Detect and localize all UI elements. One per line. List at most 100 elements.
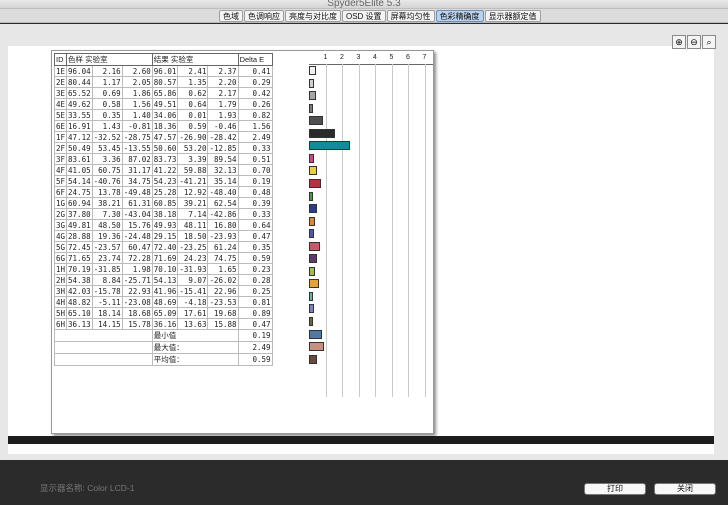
result-value: 47.57 <box>151 131 179 143</box>
zoom-out-icon[interactable]: ⊖ <box>687 35 701 49</box>
result-value: 32.13 <box>207 164 239 176</box>
tab-5[interactable]: 色彩精确度 <box>435 10 484 22</box>
bar-tick-label: 2 <box>340 54 344 61</box>
table-row: 2E 80.44 1.17 2.05 80.57 1.35 2.20 0.29 <box>53 76 273 88</box>
sample-value: 0.35 <box>91 109 123 121</box>
summary-label: 最小值 <box>151 329 239 342</box>
result-value: 15.88 <box>207 318 239 330</box>
result-value: -23.53 <box>207 296 239 308</box>
sample-value: 28.88 <box>66 230 93 242</box>
delta-bar-1H <box>309 291 313 301</box>
summary-blank <box>54 353 153 366</box>
sample-value: 65.52 <box>66 87 93 99</box>
row-id: 2F <box>53 142 68 154</box>
result-value: 72.40 <box>151 241 179 253</box>
sample-value: 36.13 <box>66 318 93 330</box>
table-row: 1H 70.19 -31.85 1.98 70.10 -31.93 1.65 0.23 <box>53 263 273 275</box>
sample-value: 15.76 <box>121 219 153 231</box>
delta-bar-2H <box>309 304 314 314</box>
row-id: 3F <box>53 153 68 165</box>
sample-value: 50.49 <box>66 142 93 154</box>
accuracy-table: ID 色样 实验室 结果 实验室 Delta E 1E 96.04 2.16 2.60… <box>53 53 273 366</box>
summary-row: 最小值 0.19 <box>54 329 273 342</box>
bar-grid-line <box>358 64 360 397</box>
zoom-in-icon[interactable]: ⊕ <box>672 35 686 49</box>
table-row: 6F 24.75 13.78 -49.48 25.28 12.92 -48.40 0.48 <box>53 186 273 198</box>
summary-blank <box>54 329 153 342</box>
close-button[interactable]: 关闭 <box>654 483 716 495</box>
row-id: 2G <box>53 208 68 220</box>
delta-bar-5G <box>309 266 315 276</box>
delta-e-value: 0.25 <box>237 285 273 297</box>
color-accuracy-report: ID 色样 实验室 结果 实验室 Delta E 1E 96.04 2.16 2.60… <box>51 50 434 434</box>
sample-value: 1.17 <box>91 76 123 88</box>
sample-value: -24.48 <box>121 230 153 242</box>
tab-4[interactable]: 屏幕均匀性 <box>386 10 435 22</box>
delta-bar-3G <box>309 241 320 251</box>
sample-value: 80.44 <box>66 76 93 88</box>
result-value: 25.28 <box>151 186 179 198</box>
row-id: 2E <box>53 76 68 88</box>
col-result: 结果 实验室 <box>151 53 239 66</box>
delta-e-value: 0.42 <box>237 87 273 99</box>
row-id: 6G <box>53 252 68 264</box>
sample-value: 54.38 <box>66 274 93 286</box>
tab-6[interactable]: 显示器额定值 <box>484 10 541 22</box>
table-row: 4H 48.82 -5.11 -23.08 48.69 -4.18 -23.53 0.81 <box>53 296 273 308</box>
sample-value: 70.19 <box>66 263 93 275</box>
delta-e-value: 0.33 <box>237 142 273 154</box>
sample-value: 48.50 <box>91 219 123 231</box>
summary-blank <box>54 341 153 354</box>
sample-value: 60.75 <box>91 164 123 176</box>
delta-bar-4F <box>309 178 321 188</box>
tab-3[interactable]: OSD 设置 <box>342 10 386 22</box>
print-button[interactable]: 打印 <box>584 483 646 495</box>
bar-grid-line <box>391 64 393 397</box>
result-value: 83.73 <box>151 153 179 165</box>
window-titlebar: Spyder5Elite 5.3 <box>0 0 728 9</box>
row-id: 1H <box>53 263 68 275</box>
delta-e-value: 1.56 <box>237 120 273 132</box>
result-value: 7.14 <box>177 208 209 220</box>
sample-value: 38.21 <box>91 197 123 209</box>
sample-value: 1.98 <box>121 263 153 275</box>
tab-0[interactable]: 色域 <box>219 10 243 22</box>
sample-value: 71.65 <box>66 252 93 264</box>
result-value: -23.93 <box>207 230 239 242</box>
table-row: 3E 65.52 0.69 1.86 65.86 0.62 2.17 0.42 <box>53 87 273 99</box>
tab-1[interactable]: 色调响应 <box>244 10 284 22</box>
sample-value: 1.40 <box>121 109 153 121</box>
result-value: -15.41 <box>177 285 209 297</box>
delta-bar-3F <box>309 166 318 176</box>
sample-value: 13.78 <box>91 186 123 198</box>
col-delta: Delta E <box>237 53 273 66</box>
zoom-fit-icon[interactable]: ⌕ <box>702 35 716 49</box>
bar-tick-label: 5 <box>389 54 394 61</box>
result-value: 65.09 <box>151 307 179 319</box>
result-value: 74.75 <box>207 252 239 264</box>
delta-e-value: 0.82 <box>237 109 273 121</box>
sample-value: 7.30 <box>91 208 123 220</box>
sample-value: 37.80 <box>66 208 93 220</box>
delta-e-value: 0.33 <box>237 208 273 220</box>
result-value: 54.23 <box>151 175 179 187</box>
delta-bar-1E <box>309 66 316 75</box>
delta-e-value: 0.48 <box>237 186 273 198</box>
table-row: 2G 37.80 7.30 -43.04 38.18 7.14 -42.86 0.33 <box>53 208 273 220</box>
result-value: 65.86 <box>151 87 179 99</box>
sample-value: 3.36 <box>91 153 123 165</box>
result-value: 89.54 <box>207 153 239 165</box>
result-value: 48.69 <box>151 296 179 308</box>
delta-e-value: 0.81 <box>237 296 273 308</box>
sample-value: 14.15 <box>91 318 123 330</box>
bar-tick-label: 1 <box>323 54 328 61</box>
bar-axis-line <box>309 64 433 65</box>
delta-bar-6H <box>309 354 317 364</box>
sample-value: 18.14 <box>91 307 123 319</box>
tab-2[interactable]: 亮度与对比度 <box>285 10 341 22</box>
sample-value: 34.75 <box>121 175 153 187</box>
result-value: 1.93 <box>207 109 239 121</box>
result-value: 39.21 <box>177 197 209 209</box>
delta-bar-5F <box>309 191 313 201</box>
sample-value: 47.12 <box>66 131 93 143</box>
